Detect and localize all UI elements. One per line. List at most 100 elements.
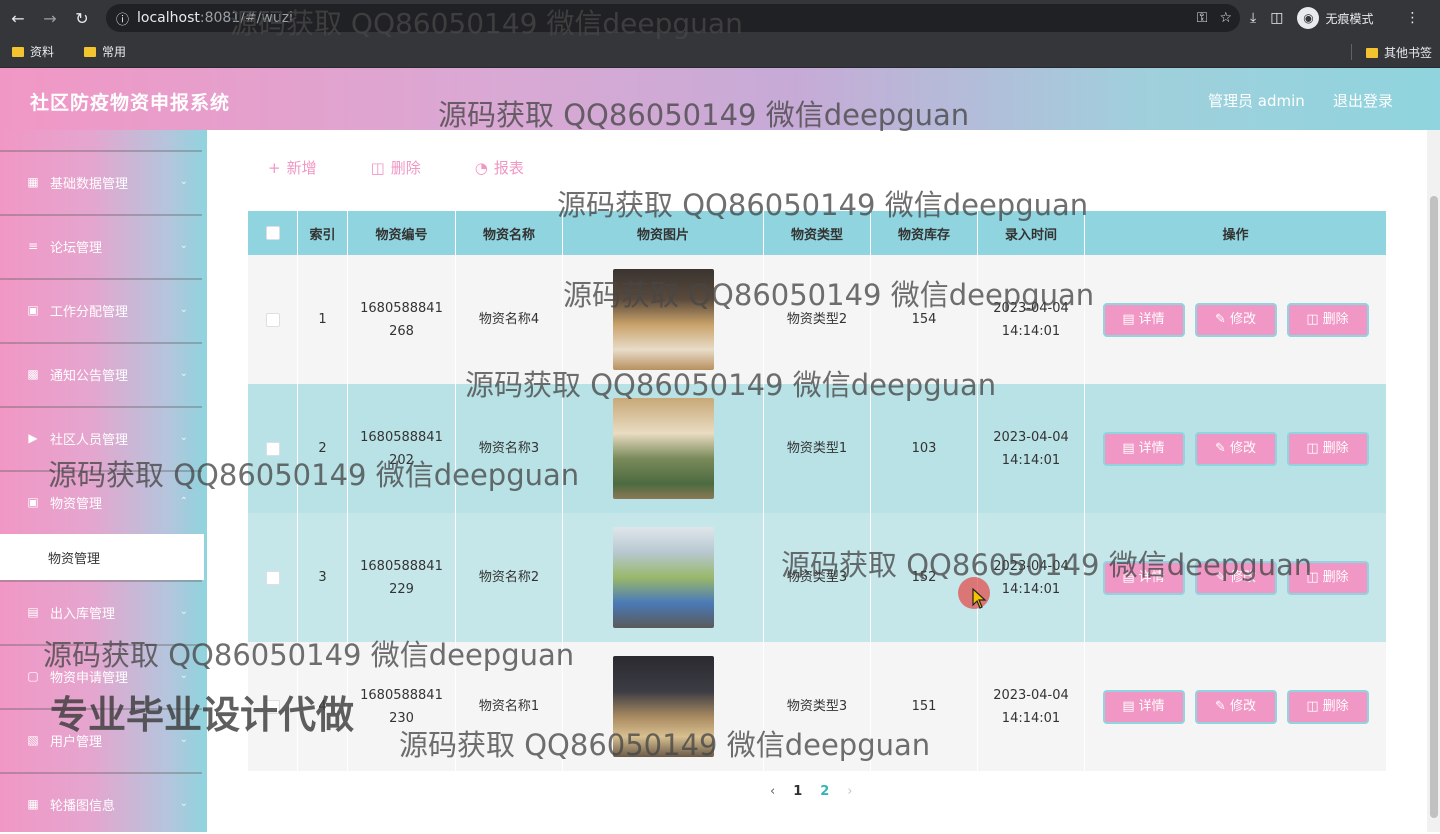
add-button-label: 新增 (286, 159, 317, 177)
trash-icon: ◫ (1306, 441, 1319, 456)
bookmark-folder-changyong[interactable]: 常用 (84, 43, 126, 60)
add-button[interactable]: + 新增 (268, 157, 317, 178)
sidebar-item-carousel[interactable]: ▦ 轮播图信息 ⌄ (0, 772, 202, 834)
row-select-cell (248, 384, 298, 513)
admin-label: 管理员 admin (1208, 92, 1305, 110)
sidebar-item-residents[interactable]: ▶ 社区人员管理 ⌄ (0, 406, 202, 468)
edit-label: 修改 (1229, 441, 1256, 456)
page-1[interactable]: 1 (793, 784, 802, 799)
cell-time: 2023-04-04 14:14:01 (978, 384, 1085, 513)
bookmark-folder-other[interactable]: 其他书签 (1365, 44, 1432, 61)
grid-icon: ▦ (27, 797, 39, 811)
cell-stock: 152 (871, 513, 978, 642)
key-icon[interactable]: ⚿ (1197, 10, 1208, 26)
incognito-indicator[interactable]: ◉ 无痕模式 (1297, 7, 1373, 29)
sidebar-item-work-assign[interactable]: ▣ 工作分配管理 ⌄ (0, 278, 202, 340)
supply-image[interactable] (612, 656, 714, 757)
app-title: 社区防疫物资申报系统 (30, 92, 231, 114)
sidebar-subitem-supplies[interactable]: 物资管理 (0, 534, 204, 580)
document-icon: ▤ (1122, 570, 1135, 585)
col-time: 录入时间 (978, 211, 1085, 255)
cell-image (563, 513, 764, 642)
edit-label: 修改 (1229, 570, 1256, 585)
delete-button[interactable]: ◫ 删除 (1286, 302, 1369, 337)
detail-button[interactable]: ▤ 详情 (1102, 431, 1185, 466)
row-checkbox[interactable] (265, 570, 280, 585)
sliders-icon: ≡ (27, 239, 39, 253)
back-icon[interactable]: ← (2, 2, 34, 34)
sidebar-item-supplies[interactable]: ▣ 物资管理 ⌃ (0, 470, 202, 532)
incognito-icon: ◉ (1297, 7, 1320, 29)
address-bar[interactable]: ⓘ localhost:8081/#/wuzi ⚿ ☆ (106, 4, 1240, 32)
pencil-icon: ✎ (1215, 699, 1226, 714)
star-icon[interactable]: ☆ (1219, 10, 1232, 26)
supply-image[interactable] (612, 398, 714, 499)
sidepanel-icon[interactable]: ◫ (1270, 10, 1283, 26)
col-code: 物资编号 (348, 211, 456, 255)
cell-code: 1680588841 268 (348, 255, 456, 384)
supply-image[interactable] (612, 527, 714, 628)
row-checkbox[interactable] (265, 441, 280, 456)
cell-index: 3 (298, 513, 348, 642)
cell-actions: ▤ 详情 ✎ 修改 ◫ 删除 (1085, 255, 1386, 384)
edit-label: 修改 (1229, 312, 1256, 327)
trash-icon: ◫ (370, 158, 385, 177)
time-clock: 14:14:01 (1001, 710, 1061, 726)
delete-button[interactable]: ◫ 删除 (1286, 431, 1369, 466)
page-2[interactable]: 2 (820, 784, 829, 799)
detail-button[interactable]: ▤ 详情 (1102, 560, 1185, 595)
sidebar-item-label: 轮播图信息 (50, 798, 116, 814)
sidebar-item-label: 物资管理 (50, 496, 103, 512)
document-icon: ▤ (1122, 312, 1135, 327)
col-index: 索引 (298, 211, 348, 255)
document-icon: ▤ (1122, 699, 1135, 714)
delete-label: 删除 (1322, 699, 1349, 714)
logout-link[interactable]: 退出登录 (1333, 90, 1393, 111)
sidebar-item-notice[interactable]: ▩ 通知公告管理 ⌄ (0, 342, 202, 404)
detail-label: 详情 (1138, 699, 1165, 714)
bookmark-folder-ziliao[interactable]: 资料 (12, 43, 54, 60)
bookmarks-bar: 资料 常用 其他书签 (0, 36, 1440, 68)
delete-button[interactable]: ◫ 删除 (1286, 560, 1369, 595)
bar-chart-icon: ▩ (27, 367, 39, 381)
reload-icon[interactable]: ↻ (66, 2, 98, 34)
plus-icon: + (268, 158, 281, 177)
sidebar-item-label: 基础数据管理 (50, 176, 129, 192)
row-checkbox[interactable] (265, 312, 280, 327)
detail-button[interactable]: ▤ 详情 (1102, 302, 1185, 337)
batch-delete-button[interactable]: ◫ 删除 (371, 157, 421, 178)
pie-chart-icon: ◔ (474, 158, 488, 177)
sidebar-item-inout[interactable]: ▤ 出入库管理 ⌄ (0, 580, 202, 642)
scrollbar-thumb[interactable] (1430, 196, 1438, 818)
cell-actions: ▤ 详情 ✎ 修改 ◫ 删除 (1085, 513, 1386, 642)
cell-code: 1680588841 229 (348, 513, 456, 642)
monitor-icon: ▣ (27, 303, 39, 317)
sidebar-item-forum[interactable]: ≡ 论坛管理 ⌄ (0, 214, 202, 276)
supply-image[interactable] (612, 269, 714, 370)
delete-button-label: 删除 (390, 159, 421, 177)
next-page-icon[interactable]: › (847, 784, 852, 799)
cell-actions: ▤ 详情 ✎ 修改 ◫ 删除 (1085, 384, 1386, 513)
edit-button[interactable]: ✎ 修改 (1194, 431, 1277, 466)
edit-button[interactable]: ✎ 修改 (1194, 560, 1277, 595)
folder-icon (1365, 47, 1378, 58)
chevron-down-icon: ⌄ (179, 240, 188, 251)
sidebar-item-basic-data[interactable]: ▦ 基础数据管理 ⌄ (0, 150, 202, 212)
edit-button[interactable]: ✎ 修改 (1194, 302, 1277, 337)
delete-button[interactable]: ◫ 删除 (1286, 689, 1369, 724)
delete-label: 删除 (1322, 441, 1349, 456)
report-button[interactable]: ◔ 报表 (475, 157, 524, 178)
sidebar-item-label: 论坛管理 (50, 240, 103, 256)
edit-button[interactable]: ✎ 修改 (1194, 689, 1277, 724)
cell-index: 2 (298, 384, 348, 513)
forward-icon[interactable]: → (34, 2, 66, 34)
video-icon: ▶ (28, 431, 38, 445)
menu-icon[interactable]: ⋮ (1405, 10, 1419, 26)
select-all-checkbox[interactable] (265, 226, 280, 240)
cell-index: 1 (298, 255, 348, 384)
prev-page-icon[interactable]: ‹ (770, 784, 775, 799)
download-icon[interactable]: ⤓ (1250, 10, 1256, 26)
user-icon: ▧ (27, 733, 39, 747)
bookmark-label: 常用 (102, 45, 127, 59)
detail-button[interactable]: ▤ 详情 (1102, 689, 1185, 724)
